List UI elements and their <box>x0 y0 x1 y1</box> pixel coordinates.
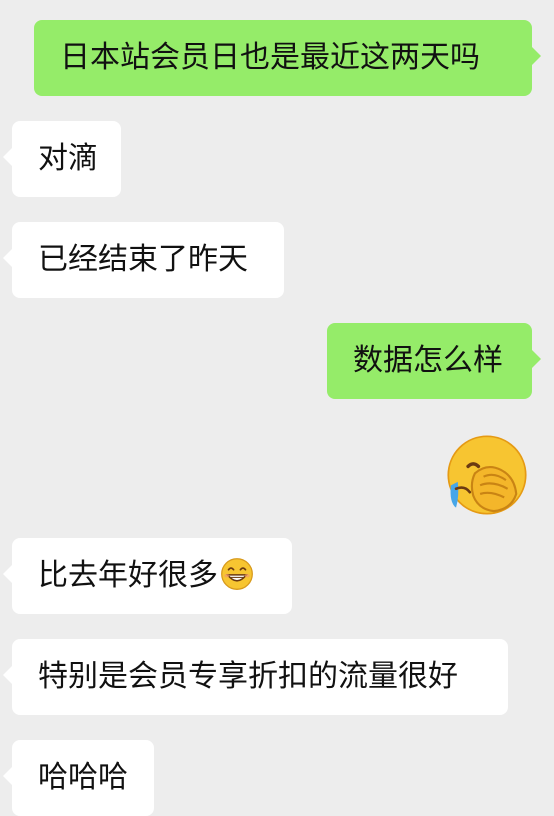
message-bubble-received[interactable]: 特别是会员专享折扣的流量很好 <box>3 639 508 715</box>
message-bubble-received[interactable]: 对滴 <box>3 121 121 197</box>
message-text: 日本站会员日也是最近这两天吗 <box>60 40 480 75</box>
message-text: 已经结束了昨天 <box>38 242 248 277</box>
facepalm-emoji-icon[interactable] <box>444 432 530 518</box>
message-text: 哈哈哈 <box>38 760 128 795</box>
message-text: 比去年好很多 <box>38 558 218 593</box>
grin-emoji-icon <box>220 557 254 591</box>
message-text: 数据怎么样 <box>353 343 503 378</box>
message-text: 对滴 <box>38 141 98 176</box>
message-bubble-sent[interactable]: 数据怎么样 <box>327 323 541 399</box>
message-bubble-sent[interactable]: 日本站会员日也是最近这两天吗 <box>34 20 541 96</box>
message-bubble-received[interactable]: 哈哈哈 <box>3 740 154 816</box>
message-text: 特别是会员专享折扣的流量很好 <box>38 659 458 694</box>
message-bubble-received[interactable]: 比去年好很多 <box>3 538 292 614</box>
chat-area: 日本站会员日也是最近这两天吗 对滴 已经结束了昨天 数据怎么样 比去年好很多 特… <box>0 0 554 816</box>
message-bubble-received[interactable]: 已经结束了昨天 <box>3 222 284 298</box>
